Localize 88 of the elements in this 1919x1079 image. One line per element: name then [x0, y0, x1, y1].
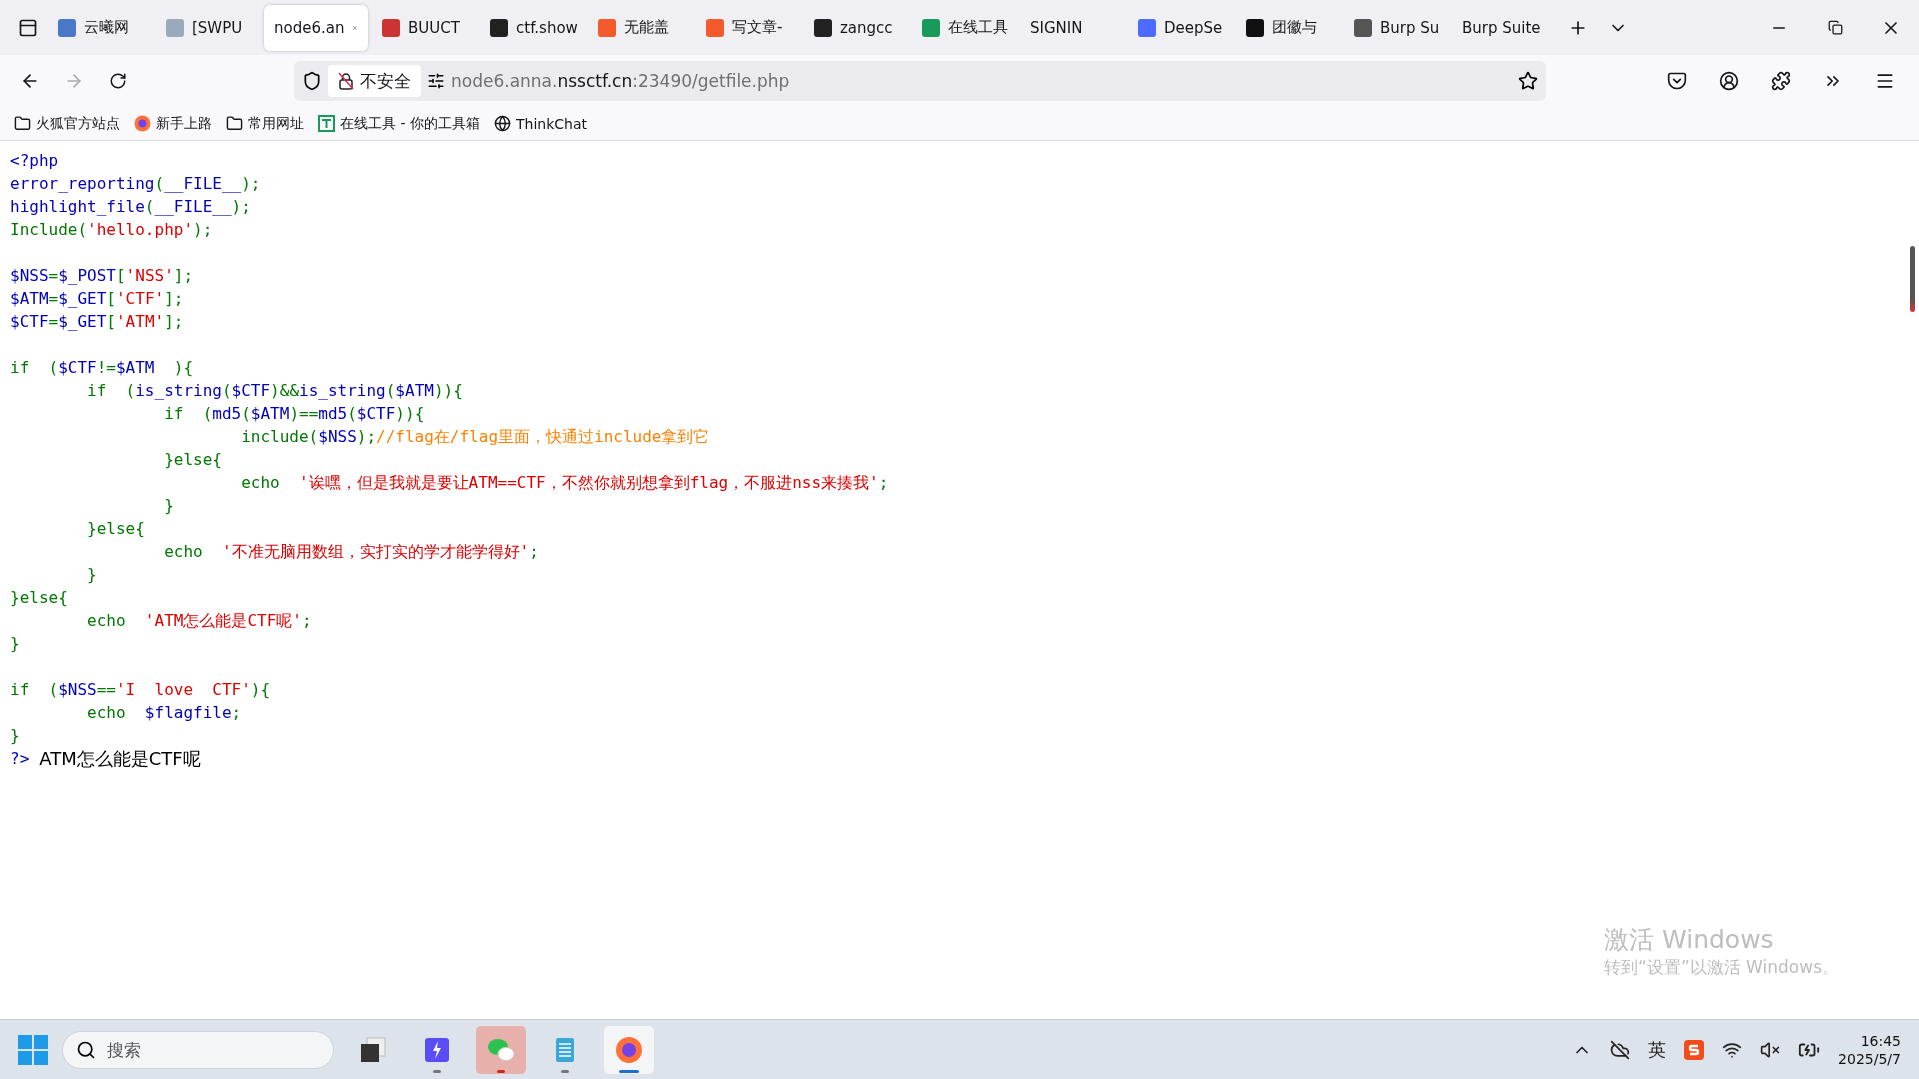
restore-icon[interactable]: [1827, 20, 1843, 35]
browser-tab[interactable]: SIGNIN: [1020, 4, 1124, 51]
window-stack-icon: [358, 1034, 388, 1065]
tab-list-icon[interactable]: [18, 17, 38, 38]
browser-tab[interactable]: 在线工具: [912, 4, 1016, 51]
search-icon: [76, 1039, 96, 1060]
code-line: Include('hello.php');: [10, 219, 213, 241]
start-icon[interactable]: [18, 1034, 48, 1065]
code-line: }else{: [163, 449, 222, 471]
address-bar[interactable]: 不安全 node6.anna.nssctf.cn:23490/getfile.php: [294, 61, 1546, 101]
site-icon: [1246, 18, 1264, 37]
site-icon: [1138, 18, 1156, 37]
folder-icon: [226, 115, 243, 132]
bookmark-item[interactable]: 在线工具 - 你的工具箱: [318, 114, 480, 133]
browser-tab[interactable]: 写文章-: [696, 4, 800, 51]
code-line: $CTF=$_GET['ATM'];: [10, 311, 184, 333]
globe-icon: [493, 115, 511, 132]
fox-globe-icon: [614, 1034, 644, 1065]
browser-tab[interactable]: ctf.show: [480, 4, 584, 51]
code-line: $NSS=$_POST['NSS'];: [10, 265, 194, 287]
account-icon[interactable]: [1719, 71, 1739, 91]
browser-tab[interactable]: Burp Su: [1344, 4, 1448, 51]
code-line: if (md5($ATM)==md5($CTF)){: [163, 403, 425, 425]
activation-title: 激活 Windows: [1604, 924, 1775, 956]
bookmark-item[interactable]: 火狐官方站点: [14, 114, 120, 133]
pocket-icon[interactable]: [1667, 71, 1687, 91]
fox-globe-icon: [134, 115, 151, 132]
url-text[interactable]: node6.anna.nssctf.cn:23490/getfile.php: [451, 71, 1512, 91]
security-button[interactable]: 不安全: [328, 65, 421, 97]
s-logo-icon[interactable]: [1684, 1039, 1705, 1060]
folder-icon: [14, 115, 31, 132]
browser-tab[interactable]: zangcc: [804, 4, 908, 51]
site-icon: [382, 18, 400, 37]
browser-tab[interactable]: 无能盖: [588, 4, 692, 51]
code-line: highlight_file(__FILE__);: [10, 196, 251, 218]
site-icon: [490, 18, 508, 37]
code-line: }else{: [10, 587, 68, 609]
code-line: $ATM=$_GET['CTF'];: [10, 288, 184, 310]
extensions-icon[interactable]: [1771, 71, 1791, 91]
site-icon: [166, 18, 184, 37]
browser-tab[interactable]: BUUCT: [372, 4, 476, 51]
star-icon[interactable]: [1518, 71, 1538, 91]
output-text: ATM怎么能是CTF呢: [39, 747, 201, 770]
code-line: echo '不准无脑用数组，实打实的学才能学得好';: [163, 541, 539, 563]
code-line: if ($CTF!=$ATM ){: [10, 357, 194, 379]
code-line: }: [10, 725, 20, 747]
site-icon: [598, 18, 616, 37]
browser-tab[interactable]: 团徽与: [1236, 4, 1340, 51]
site-icon: [58, 18, 76, 37]
browser-tab[interactable]: node6.an: [264, 4, 368, 51]
bookmark-item[interactable]: ThinkChat: [493, 115, 587, 132]
code-line: echo '诶嘿，但是我就是要让ATM==CTF，不然你就别想拿到flag，不服进nss来揍我';: [240, 472, 889, 494]
code-line: ?>: [10, 748, 30, 770]
browser-tab[interactable]: DeepSe: [1128, 4, 1232, 51]
code-line: }: [163, 495, 174, 517]
input-method[interactable]: 英: [1648, 1037, 1667, 1062]
site-icon: [922, 18, 940, 37]
code-line: }else{: [86, 518, 145, 540]
code-line: <?php: [10, 150, 59, 172]
browser-tab[interactable]: [SWPU: [156, 4, 260, 51]
site-icon: [1354, 18, 1372, 37]
menu-icon[interactable]: [1875, 71, 1895, 91]
code-line: include($NSS);//flag在/flag里面，快通过include拿到它: [240, 426, 710, 448]
code-line: if ($NSS=='I love CTF'){: [10, 679, 271, 701]
reload-icon[interactable]: [109, 72, 127, 90]
code-line: }: [86, 564, 97, 586]
bookmark-item[interactable]: 新手上路: [134, 114, 212, 133]
browser-tab[interactable]: 云曦网: [48, 4, 152, 51]
code-line: }: [10, 633, 20, 655]
scrollbar-thumb[interactable]: [1910, 246, 1915, 312]
cloud-off-icon[interactable]: [1610, 1039, 1631, 1060]
clock[interactable]: 16:45 2025/5/7: [1838, 1032, 1901, 1067]
muted-speaker-icon[interactable]: [1760, 1039, 1781, 1060]
code-line: echo $flagfile;: [86, 702, 242, 724]
search-field[interactable]: 搜索: [62, 1030, 334, 1069]
activation-hint: 转到“设置”以激活 Windows。: [1604, 956, 1839, 979]
code-line: error_reporting(__FILE__);: [10, 173, 261, 195]
code-line: echo 'ATM怎么能是CTF呢';: [86, 610, 312, 632]
shield-icon[interactable]: [302, 71, 322, 91]
code-line: if (is_string($CTF)&&is_string($ATM)){: [86, 380, 463, 402]
permissions-icon[interactable]: [427, 72, 445, 90]
taskbar-app[interactable]: [604, 1025, 654, 1074]
site-icon: [814, 18, 832, 37]
bookmark-item[interactable]: 常用网址: [226, 114, 304, 133]
toolbox-icon: [318, 115, 335, 132]
crossed-lock-icon: [338, 72, 354, 90]
site-icon: [706, 18, 724, 37]
browser-tab[interactable]: Burp Suite: [1452, 4, 1556, 51]
